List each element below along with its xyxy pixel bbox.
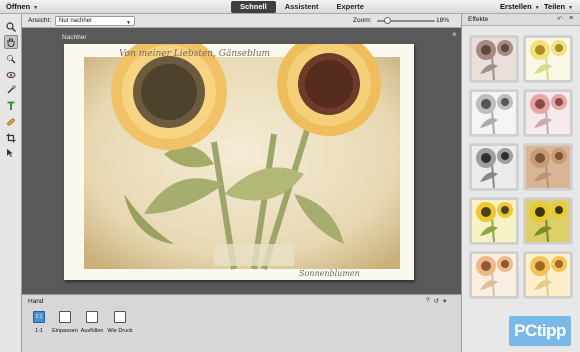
undo-icon[interactable]: ↶ (557, 15, 563, 23)
mode-tabs: Schnell Assistent Experte (231, 1, 373, 13)
tab-experte[interactable]: Experte (327, 1, 373, 13)
zoom-icon (6, 22, 16, 32)
quick-selection-tool[interactable] (4, 52, 18, 66)
effect-mono-dark[interactable] (470, 144, 518, 190)
effect-preview-image (526, 200, 570, 242)
zoom-tool[interactable] (4, 20, 18, 34)
effect-preview-image (526, 146, 570, 188)
document-canvas[interactable]: Nachher × Von meiner Liebsten, Gänseblum… (22, 28, 461, 294)
effects-header: Effekte ↶ ≡ (462, 14, 580, 26)
hand-icon (7, 38, 15, 47)
effect-bright-yellow[interactable] (524, 36, 572, 82)
effect-vivid[interactable] (470, 198, 518, 244)
fit-screen-icon (59, 311, 71, 323)
type-tool[interactable] (4, 99, 18, 113)
chevron-down-icon: ▼ (126, 20, 131, 26)
reset-icon[interactable]: ↺ (434, 297, 439, 305)
view-label: Ansicht: (28, 17, 52, 24)
effect-mono-light[interactable] (470, 90, 518, 136)
open-menu-label: Öffnen (6, 2, 31, 11)
effect-peach[interactable] (470, 252, 518, 298)
effect-preview-image (526, 92, 570, 134)
print-size-button[interactable]: Wie Druck (107, 311, 133, 334)
view-select[interactable]: Nur nachher ▼ (55, 16, 135, 26)
share-menu-label: Teilen (544, 2, 566, 11)
photo-image: Von meiner Liebsten, Gänseblum Sonnenblu… (64, 44, 414, 280)
move-icon (7, 149, 13, 157)
effect-preview-image (526, 254, 570, 296)
tool-options-panel: Hand ? ↺ ▾ 1:1 1:1 Einpassen Ausfüllen W… (22, 294, 461, 352)
tab-assistent[interactable]: Assistent (276, 1, 328, 13)
chevron-down-icon[interactable]: ▾ (443, 297, 446, 305)
zoom-slider[interactable] (377, 17, 435, 24)
crop-icon (6, 133, 16, 143)
effect-saturated[interactable] (524, 198, 572, 244)
whiten-teeth-icon (7, 85, 16, 94)
effect-preview-image (472, 146, 516, 188)
zoom-1-1-label: 1:1 (35, 328, 43, 334)
effect-preview-image (472, 200, 516, 242)
chevron-down-icon: ▼ (534, 5, 540, 11)
fill-screen-label: Ausfüllen (80, 328, 104, 334)
panel-title: Hand (28, 298, 44, 305)
tab-schnell[interactable]: Schnell (231, 1, 276, 13)
create-menu[interactable]: Erstellen ▼ (500, 2, 540, 11)
effect-preview-image (472, 254, 516, 296)
fill-screen-button[interactable]: Ausfüllen (79, 311, 105, 334)
type-icon (7, 101, 15, 110)
chevron-down-icon: ▼ (33, 5, 39, 11)
canvas-view-label: Nachher (62, 34, 87, 41)
close-icon[interactable]: × (452, 30, 457, 39)
zoom-label: Zoom: (353, 17, 372, 24)
spot-healing-tool[interactable] (4, 115, 18, 129)
whiten-teeth-tool[interactable] (4, 83, 18, 97)
view-select-value: Nur nachher (59, 18, 93, 24)
photo-caption-bottom: Sonnenblumen (299, 269, 360, 278)
effect-preview-image (526, 38, 570, 80)
zoom-1-1-box: 1:1 (33, 311, 45, 323)
tool-options-bar: Ansicht: Nur nachher ▼ Zoom: 18% (22, 14, 461, 28)
crop-tool[interactable] (4, 131, 18, 145)
pctipp-logo: PCtipp (509, 316, 571, 346)
create-menu-label: Erstellen (500, 2, 532, 11)
top-menu-bar: Öffnen ▼ Schnell Assistent Experte Erstel… (0, 0, 580, 14)
hand-tool[interactable] (4, 35, 18, 49)
toolbox (0, 14, 22, 352)
help-icon[interactable]: ? (426, 297, 430, 305)
effect-golden[interactable] (524, 252, 572, 298)
effect-terracotta[interactable] (524, 144, 572, 190)
panel-menu-icon[interactable]: ≡ (569, 15, 573, 22)
share-menu[interactable]: Teilen ▼ (544, 2, 573, 11)
print-size-icon (114, 311, 126, 323)
chevron-down-icon: ▼ (568, 5, 574, 11)
effect-pink-tint[interactable] (524, 90, 572, 136)
open-menu[interactable]: Öffnen ▼ (6, 2, 38, 11)
effects-title: Effekte (468, 16, 489, 23)
print-size-label: Wie Druck (107, 328, 133, 334)
fill-screen-icon (86, 311, 98, 323)
effect-sepia-rose[interactable] (470, 36, 518, 82)
effects-panel: Effekte ↶ ≡ (461, 14, 580, 352)
zoom-value: 18% (436, 17, 450, 24)
fit-screen-label: Einpassen (52, 328, 78, 334)
red-eye-icon (6, 72, 16, 78)
move-tool[interactable] (4, 146, 18, 160)
spot-healing-icon (7, 118, 15, 126)
sunflower-photo: Von meiner Liebsten, Gänseblum Sonnenblu… (64, 44, 414, 280)
effect-preview-image (472, 92, 516, 134)
red-eye-tool[interactable] (4, 68, 18, 82)
photo-editor-window: Öffnen ▼ Schnell Assistent Experte Erstel… (0, 0, 580, 352)
effect-preview-image (472, 38, 516, 80)
photo-caption-top: Von meiner Liebsten, Gänseblum (119, 49, 270, 59)
quick-selection-icon (7, 55, 16, 64)
panel-controls: ? ↺ ▾ (426, 297, 446, 305)
zoom-1-1-button[interactable]: 1:1 1:1 (26, 311, 52, 334)
zoom-slider-thumb[interactable] (384, 17, 392, 24)
fit-screen-button[interactable]: Einpassen (52, 311, 78, 334)
